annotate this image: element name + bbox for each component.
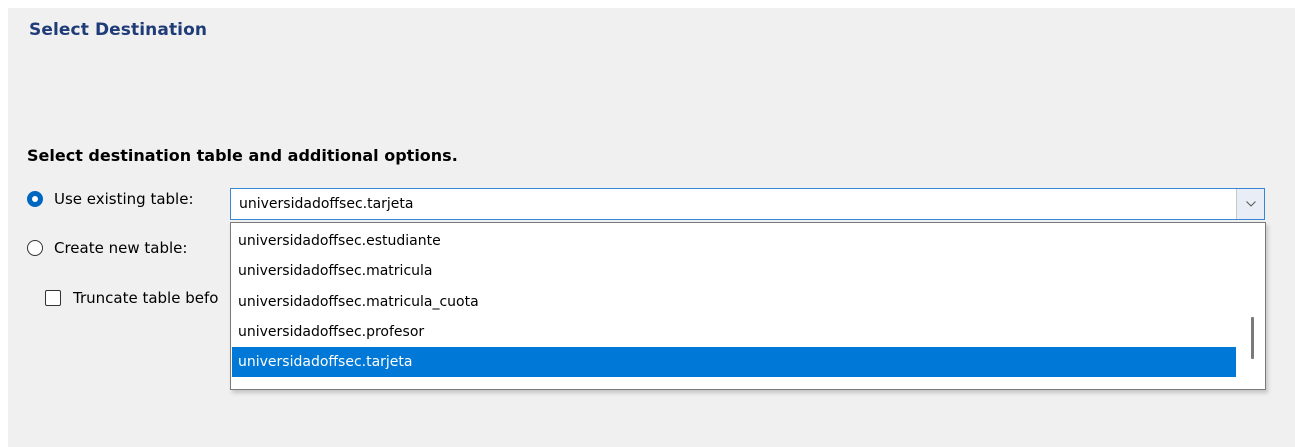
select-destination-dialog: Select Destination Select destination ta… [8,8,1295,447]
existing-table-combobox[interactable]: universidadoffsec.tarjeta [230,188,1265,220]
dropdown-item[interactable]: universidadoffsec.estudiante [232,226,1236,256]
dropdown-scrollbar[interactable] [1240,223,1265,389]
create-new-table-radio[interactable] [27,240,43,256]
truncate-table-checkbox[interactable] [45,290,61,306]
section-heading: Select destination table and additional … [27,146,458,165]
page-title: Select Destination [29,20,208,40]
table-dropdown-list: universidadoffsec.estudiante universidad… [230,222,1266,390]
dropdown-item[interactable]: universidadoffsec.matricula_cuota [232,287,1236,317]
create-new-table-option[interactable]: Create new table: [27,239,187,257]
dropdown-item[interactable]: universidadoffsec.profesor [232,317,1236,347]
dropdown-toggle-button[interactable] [1236,189,1264,219]
dropdown-item-selected[interactable]: universidadoffsec.tarjeta [232,347,1236,377]
dropdown-item[interactable]: universidadoffsec.matricula [232,256,1236,286]
use-existing-table-label: Use existing table: [54,190,194,208]
use-existing-table-radio[interactable] [27,191,43,207]
scrollbar-thumb[interactable] [1251,317,1254,359]
combobox-value: universidadoffsec.tarjeta [239,196,414,212]
truncate-table-label: Truncate table befo [73,289,219,307]
create-new-table-label: Create new table: [54,239,188,257]
use-existing-table-option[interactable]: Use existing table: [27,190,194,208]
chevron-down-icon [1245,201,1256,207]
truncate-table-option[interactable]: Truncate table befo [45,289,218,307]
